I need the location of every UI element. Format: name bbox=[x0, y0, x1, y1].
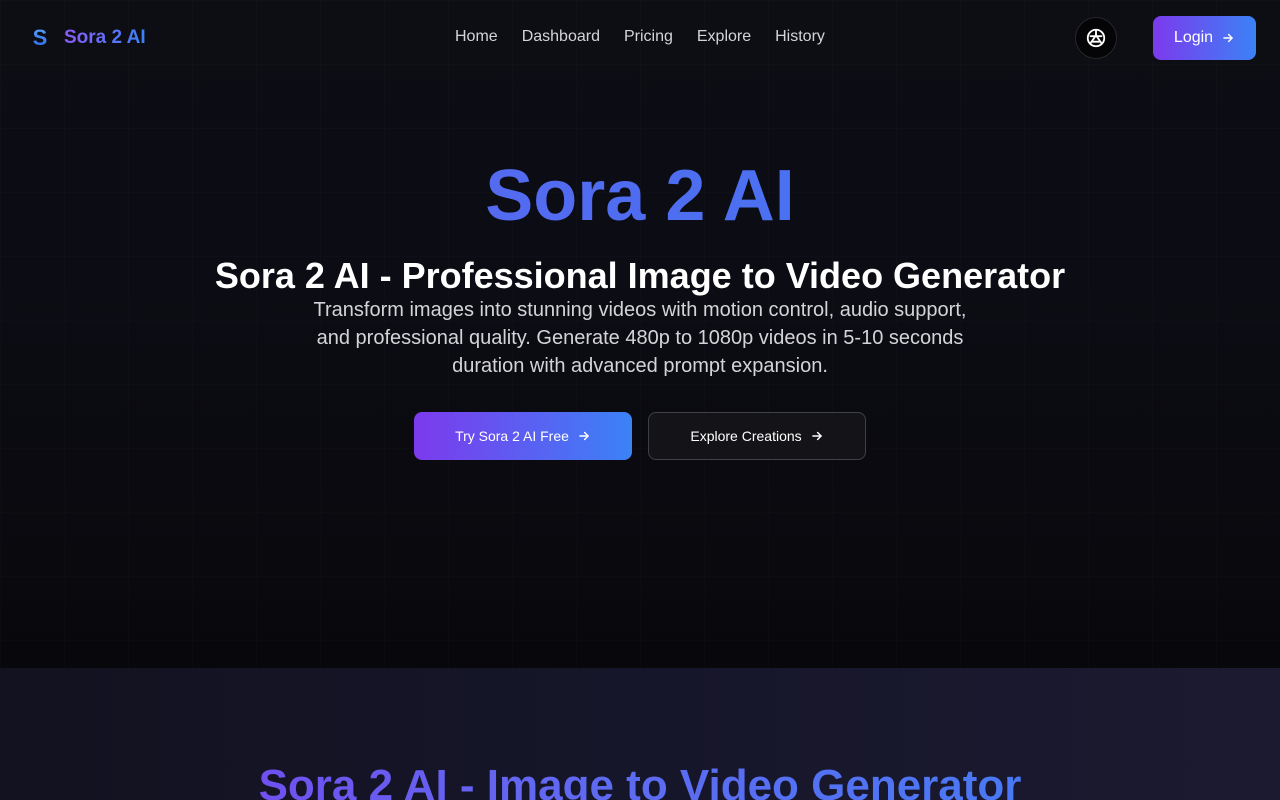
theme-toggle-button[interactable] bbox=[1075, 17, 1117, 59]
brand[interactable]: S Sora 2 AI bbox=[32, 24, 146, 52]
explore-creations-button[interactable]: Explore Creations bbox=[648, 412, 866, 460]
try-free-label: Try Sora 2 AI Free bbox=[455, 428, 569, 444]
login-label: Login bbox=[1173, 29, 1214, 46]
try-free-button[interactable]: Try Sora 2 AI Free bbox=[414, 412, 632, 460]
explore-creations-label: Explore Creations bbox=[690, 428, 802, 444]
arrow-right-icon bbox=[811, 431, 822, 441]
nav-home[interactable]: Home bbox=[443, 27, 510, 47]
cta-row: Try Sora 2 AI Free Explore Creations bbox=[414, 412, 866, 460]
generator-section: Sora 2 AI - Image to Video Generator bbox=[0, 668, 1280, 800]
login-button[interactable]: Login bbox=[1153, 16, 1256, 60]
nav-links: Home Dashboard Pricing Explore History bbox=[443, 27, 837, 47]
arrow-right-icon bbox=[579, 431, 589, 441]
brand-name: Sora 2 AI bbox=[64, 27, 146, 48]
top-nav: S Sora 2 AI Home Dashboard Pricing Explo… bbox=[0, 0, 1280, 76]
hero-description: Transform images into stunning videos wi… bbox=[313, 299, 967, 377]
nav-explore[interactable]: Explore bbox=[685, 27, 763, 47]
hero-title: Sora 2 AI bbox=[0, 156, 1280, 236]
nav-pricing[interactable]: Pricing bbox=[612, 27, 685, 47]
nav-history[interactable]: History bbox=[763, 27, 837, 47]
section-title: Sora 2 AI - Image to Video Generator bbox=[0, 760, 1280, 800]
brand-logo: S bbox=[32, 25, 48, 50]
arrow-right-icon bbox=[1223, 33, 1233, 43]
nav-dashboard[interactable]: Dashboard bbox=[510, 27, 612, 47]
hero-subtitle: Sora 2 AI - Professional Image to Video … bbox=[214, 255, 1066, 296]
theme-toggle-icon bbox=[1086, 28, 1106, 48]
